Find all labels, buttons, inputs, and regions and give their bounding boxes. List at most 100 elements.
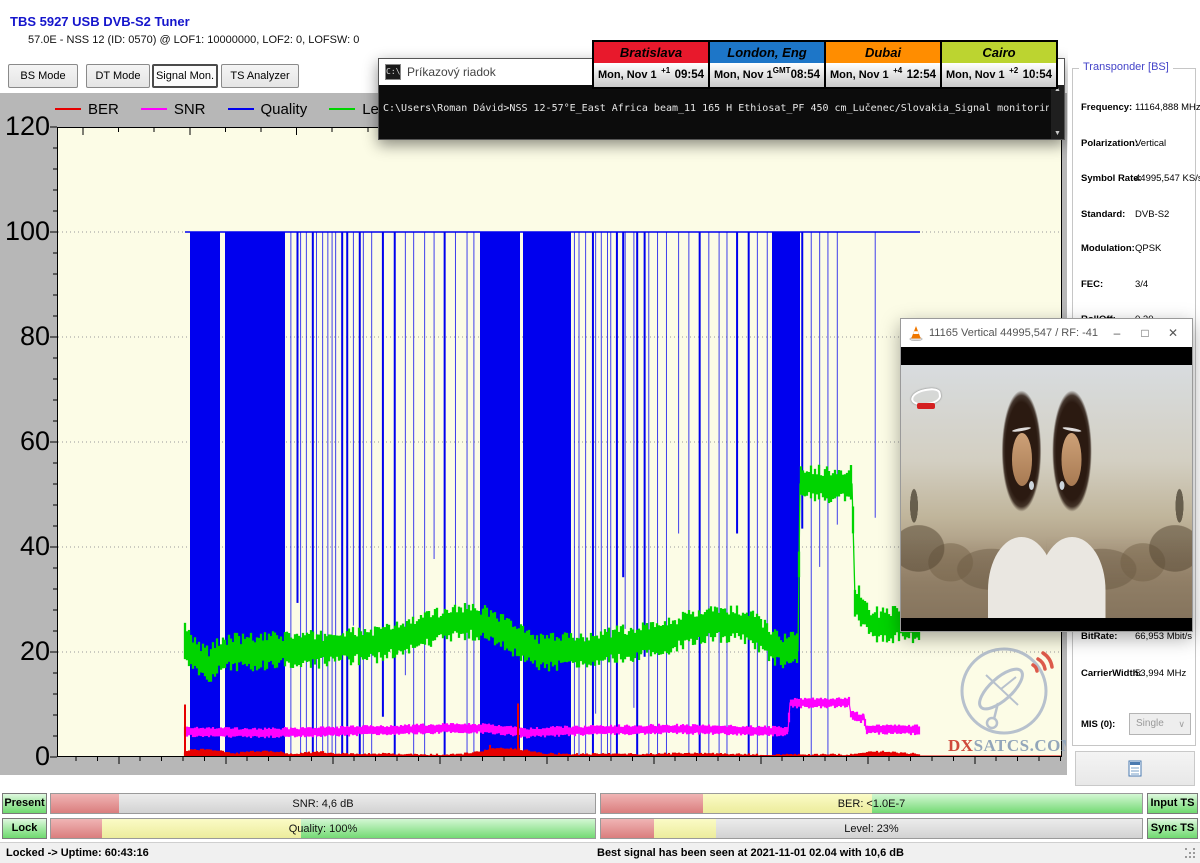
video-mirror-right [1047, 365, 1193, 618]
clock-time: 08:54 [791, 69, 820, 81]
sync-ts-button[interactable]: Sync TS [1147, 818, 1198, 839]
legend-label: BER [88, 101, 119, 118]
bar-value-label: SNR: 4,6 dB [51, 794, 595, 813]
field-value: QPSK [1135, 243, 1161, 254]
ber-progress-bar: BER: <1.0E-7 [600, 793, 1143, 814]
field-value: 66,953 Mbit/s [1135, 631, 1192, 642]
minimize-button[interactable]: – [1106, 326, 1128, 340]
status-bar: Locked -> Uptime: 60:43:16 Best signal h… [0, 842, 1200, 863]
clock-utc-offset: +4 [893, 66, 902, 75]
list-icon [1127, 760, 1143, 778]
legend-item-quality: Quality [228, 101, 308, 118]
signal-mon-tab-button[interactable]: Signal Mon. [152, 64, 218, 88]
vlc-player-window[interactable]: 11165 Vertical 44995,547 / RF: -41 SNR: … [900, 318, 1193, 632]
legend-item-snr: SNR [141, 101, 206, 118]
level-progress-bar: Level: 23% [600, 818, 1143, 839]
transponder-field-bitrate: BitRate: 66,953 Mbit/s [1073, 631, 1195, 645]
clock-utc-offset: GMT [773, 66, 791, 75]
y-axis-label: 100 [0, 217, 50, 245]
vlc-titlebar[interactable]: 11165 Vertical 44995,547 / RF: -41 SNR: … [901, 319, 1192, 347]
field-value: 44995,547 KS/s [1135, 173, 1200, 184]
clock-utc-offset: +2 [1009, 66, 1018, 75]
mis-select[interactable]: Single ∨ [1129, 713, 1191, 735]
channel-logo [911, 389, 941, 411]
y-axis-label: 60 [0, 427, 50, 455]
cmd-prompt-line[interactable]: C:\Users\Roman Dávid>NSS 12-57°E_East Af… [383, 103, 1049, 114]
video-area [901, 347, 1192, 631]
field-value: 11164,888 MHz [1135, 102, 1200, 113]
clock-dubai[interactable]: DubaiMon, Nov 1+412:54 [824, 40, 942, 89]
clock-time-row: Mon, Nov 1+210:54 [942, 63, 1056, 87]
legend-line-swatch [141, 108, 167, 110]
vlc-window-title: 11165 Vertical 44995,547 / RF: -41 SNR: … [929, 327, 1100, 339]
legend-label: Quality [261, 101, 308, 118]
legend-line-swatch [55, 108, 81, 110]
field-label: CarrierWidth: [1081, 668, 1142, 679]
y-axis-label: 80 [0, 322, 50, 350]
best-signal-status: Best signal has been seen at 2021-11-01 … [597, 847, 904, 859]
field-label: Modulation: [1081, 243, 1135, 254]
field-label: FEC: [1081, 279, 1103, 290]
field-value: DVB-S2 [1135, 209, 1169, 220]
clock-date: Mon, Nov 1 [946, 69, 1005, 81]
mis-selected-value: Single [1136, 718, 1164, 729]
clock-time-row: Mon, Nov 1GMT08:54 [710, 63, 824, 87]
clock-city-label: Dubai [826, 42, 940, 63]
clock-cairo[interactable]: CairoMon, Nov 1+210:54 [940, 40, 1058, 89]
cmd-window-title: Príkazový riadok [407, 65, 496, 79]
clock-time: 09:54 [675, 69, 704, 81]
clock-city-label: Bratislava [594, 42, 708, 63]
log-button[interactable] [1075, 751, 1195, 786]
cmd-scrollbar[interactable]: ▲ ▼ [1051, 85, 1064, 139]
clock-time-row: Mon, Nov 1 +1 09:54 [594, 63, 708, 87]
input-ts-button[interactable]: Input TS [1147, 793, 1198, 814]
resize-grip[interactable] [1185, 848, 1196, 859]
y-axis-label: 40 [0, 532, 50, 560]
chevron-down-icon: ∨ [1178, 714, 1185, 734]
legend-line-swatch [329, 108, 355, 110]
y-axis-label: 120 [0, 112, 50, 140]
field-value: Vertical [1135, 138, 1166, 149]
bs-mode-button[interactable]: BS Mode [8, 64, 78, 88]
page-title: TBS 5927 USB DVB-S2 Tuner [10, 14, 190, 29]
field-label: BitRate: [1081, 631, 1117, 642]
transponder-field-frequency: Frequency:11164,888 MHz [1073, 102, 1195, 116]
maximize-button[interactable]: □ [1134, 326, 1156, 340]
vlc-cone-icon [909, 325, 923, 341]
cmd-scroll-down-icon[interactable]: ▼ [1054, 129, 1061, 139]
transponder-field-polarization: Polarization:Vertical [1073, 138, 1195, 152]
quality-progress-bar: Quality: 100% [50, 818, 596, 839]
y-axis-label: 20 [0, 637, 50, 665]
transponder-field-modulation: Modulation:QPSK [1073, 243, 1195, 257]
clock-date: Mon, Nov 1 [830, 69, 889, 81]
close-button[interactable]: ✕ [1162, 326, 1184, 340]
transponder-field-carrierwidth: CarrierWidth:53,994 MHz [1073, 668, 1195, 682]
clock-city-label: Cairo [942, 42, 1056, 63]
transponder-field-fec: FEC: 3/4 [1073, 279, 1195, 293]
dt-mode-button[interactable]: DT Mode [86, 64, 150, 88]
field-label: Polarization: [1081, 138, 1138, 149]
bar-value-label: Quality: 100% [51, 819, 595, 838]
transponder-field-symbol-rate: Symbol Rate:44995,547 KS/s [1073, 173, 1195, 187]
world-clocks-widget: BratislavaMon, Nov 1+109:54London, EngMo… [592, 40, 1058, 89]
field-label: Frequency: [1081, 102, 1132, 113]
clock-bratislava[interactable]: Bratislava Mon, Nov 1 +1 09:54 [592, 40, 710, 89]
dxsatcs-watermark-logo: DXSATCS.COM [946, 645, 1066, 757]
clock-city-label: London, Eng [710, 42, 824, 63]
y-axis-label: 0 [0, 742, 50, 770]
ts-analyzer-button[interactable]: TS Analyzer (OK) [221, 64, 299, 88]
field-label: Symbol Rate: [1081, 173, 1142, 184]
transponder-field-standard: Standard: DVB-S2 [1073, 209, 1195, 223]
lock-button[interactable]: Lock [2, 818, 47, 839]
video-frame [901, 365, 1192, 618]
legend-line-swatch [228, 108, 254, 110]
clock-date: Mon, Nov 1 [598, 69, 657, 81]
chart-legend: BERSNRQualityLevel [55, 96, 398, 122]
field-label: Standard: [1081, 209, 1125, 220]
field-value: 3/4 [1135, 279, 1148, 290]
present-button[interactable]: Present [2, 793, 47, 814]
bar-value-label: BER: <1.0E-7 [601, 794, 1142, 813]
legend-label: SNR [174, 101, 206, 118]
clock-utc-offset: +1 [661, 66, 670, 75]
clock-london-eng[interactable]: London, EngMon, Nov 1GMT08:54 [708, 40, 826, 89]
